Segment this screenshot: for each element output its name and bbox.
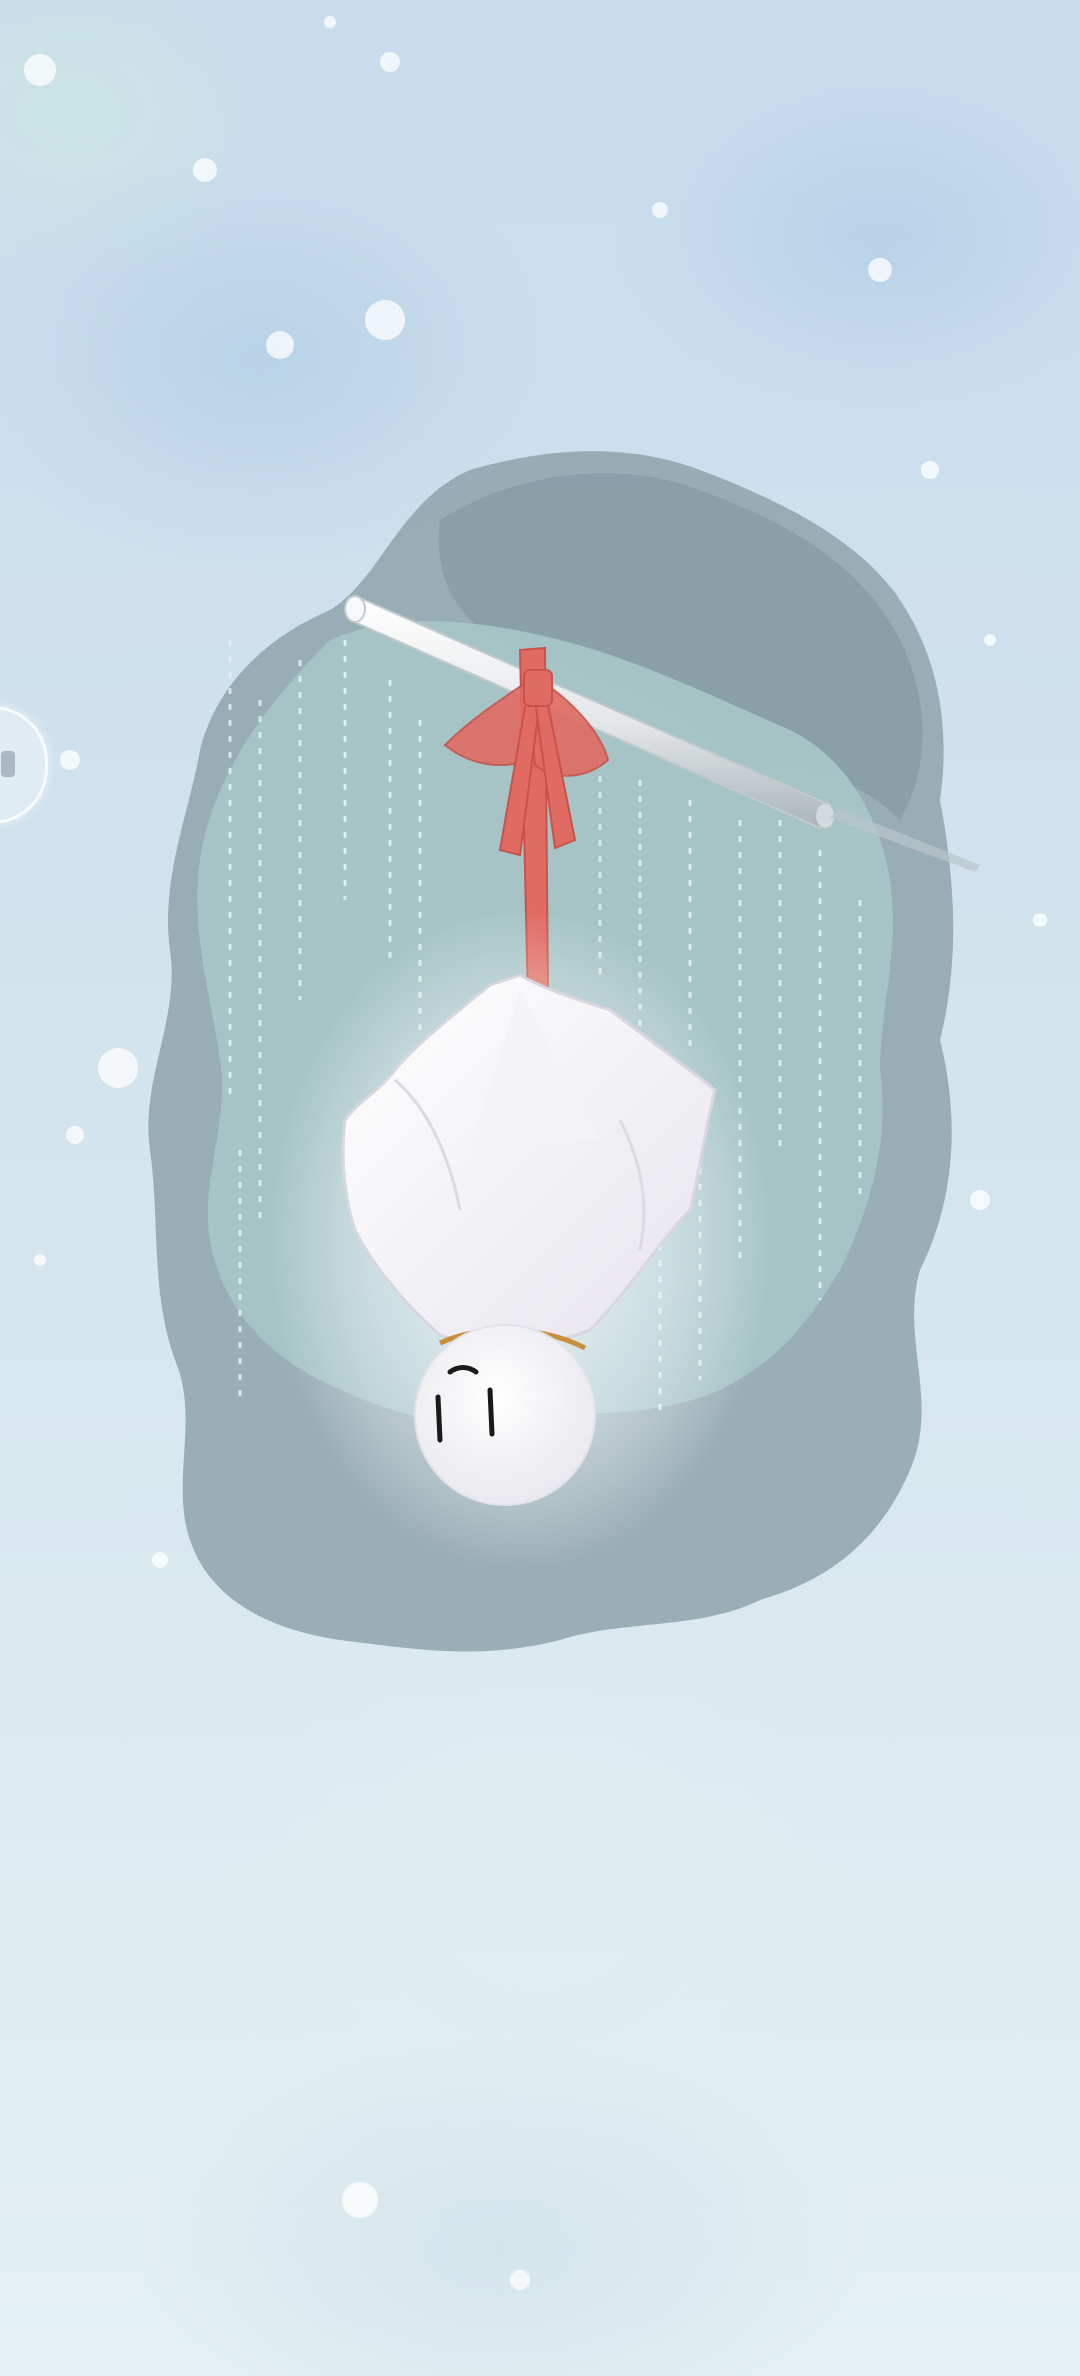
wallpaper-screen [0, 0, 1080, 2376]
teru-teru-bozu-illustration [24, 16, 1047, 2290]
doll-head [414, 1324, 596, 1506]
edge-panel-handle-icon [1, 751, 15, 777]
